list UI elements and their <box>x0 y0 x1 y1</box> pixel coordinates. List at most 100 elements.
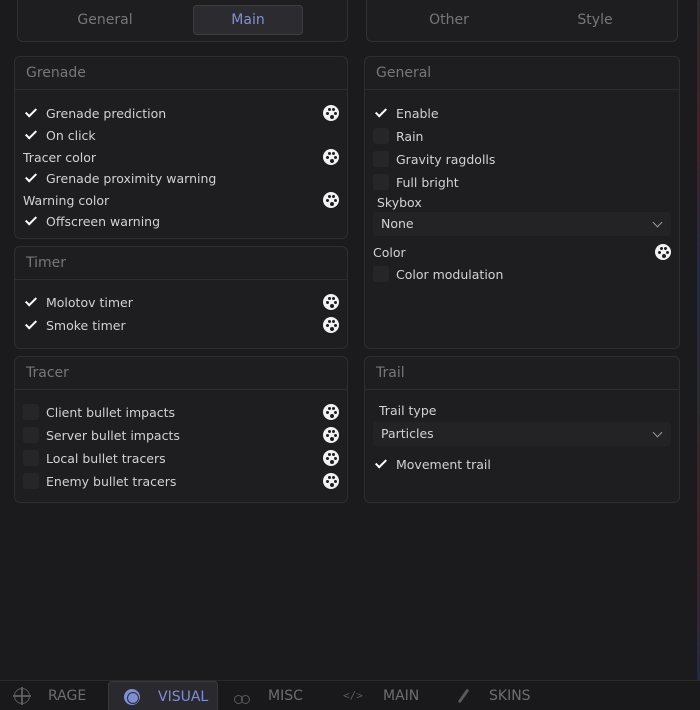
nav-visual-label: VISUAL <box>158 688 209 705</box>
chevron-down-icon <box>652 217 663 228</box>
nav-skins[interactable]: SKINS <box>455 681 531 710</box>
client-impacts-checkbox[interactable] <box>23 404 39 420</box>
movement-trail-checkbox[interactable] <box>373 456 389 472</box>
warning-color-row: Warning color <box>23 189 339 211</box>
palette-icon[interactable] <box>323 192 339 208</box>
crosshair-icon <box>13 687 31 705</box>
timer-title: Timer <box>15 247 347 280</box>
local-tracers-label: Local bullet tracers <box>46 450 166 466</box>
gravity-ragdolls-checkbox[interactable] <box>373 151 389 167</box>
nav-misc-label: MISC <box>268 688 303 704</box>
bike-icon <box>234 688 250 704</box>
trail-title: Trail <box>365 357 679 390</box>
on-click-label: On click <box>46 127 96 143</box>
color-modulation-label: Color modulation <box>396 266 504 282</box>
knife-icon <box>455 688 471 704</box>
palette-icon[interactable] <box>323 450 339 466</box>
tab-style[interactable]: Style <box>553 5 637 35</box>
grenade-prediction-label: Grenade prediction <box>46 105 167 121</box>
molotov-timer-label: Molotov timer <box>46 294 133 310</box>
movement-trail-row: Movement trail <box>373 453 671 475</box>
palette-icon[interactable] <box>655 244 671 260</box>
smoke-timer-checkbox[interactable] <box>23 317 39 333</box>
local-tracers-row: Local bullet tracers <box>23 447 339 469</box>
on-click-row: On click <box>23 124 339 146</box>
timer-panel: Timer Molotov timer Smoke timer <box>14 246 348 349</box>
rain-label: Rain <box>396 128 424 144</box>
molotov-timer-row: Molotov timer <box>23 291 339 313</box>
tab-main[interactable]: Main <box>193 5 303 35</box>
tracer-panel: Tracer Client bullet impacts Server bull… <box>14 356 348 503</box>
bottom-nav: RAGE VISUAL MISC </> MAIN SKINS <box>0 680 700 710</box>
server-impacts-label: Server bullet impacts <box>46 427 180 443</box>
full-bright-checkbox[interactable] <box>373 174 389 190</box>
color-label: Color <box>373 244 406 260</box>
general-panel: General Enable Rain Gravity ragdolls Ful… <box>364 56 680 349</box>
palette-icon[interactable] <box>323 149 339 165</box>
on-click-checkbox[interactable] <box>23 127 39 143</box>
palette-icon[interactable] <box>323 404 339 420</box>
gravity-ragdolls-label: Gravity ragdolls <box>396 151 496 167</box>
rain-row: Rain <box>373 125 671 147</box>
chevron-down-icon <box>652 427 663 438</box>
visual-ball-icon <box>124 688 140 705</box>
molotov-timer-checkbox[interactable] <box>23 294 39 310</box>
grenade-title: Grenade <box>15 57 347 90</box>
tracer-title: Tracer <box>15 357 347 390</box>
tab-other[interactable]: Other <box>407 5 491 35</box>
client-impacts-row: Client bullet impacts <box>23 401 339 423</box>
warning-color-label: Warning color <box>23 192 110 208</box>
enemy-tracers-checkbox[interactable] <box>23 473 39 489</box>
skybox-value: None <box>381 216 414 231</box>
server-impacts-checkbox[interactable] <box>23 427 39 443</box>
proximity-warning-checkbox[interactable] <box>23 170 39 186</box>
color-modulation-checkbox[interactable] <box>373 266 389 282</box>
trail-type-label: Trail type <box>379 403 437 418</box>
nav-visual[interactable]: VISUAL <box>108 681 218 710</box>
top-tabs-right: Other Style <box>366 0 678 42</box>
nav-rage[interactable]: RAGE <box>13 681 96 710</box>
tracer-color-row: Tracer color <box>23 146 339 168</box>
nav-rage-label: RAGE <box>48 688 87 704</box>
enemy-tracers-row: Enemy bullet tracers <box>23 470 339 492</box>
offscreen-warning-row: Offscreen warning <box>23 210 339 232</box>
movement-trail-label: Movement trail <box>396 456 491 472</box>
grenade-prediction-checkbox[interactable] <box>23 105 39 121</box>
skybox-select[interactable]: None <box>373 212 671 236</box>
color-row: Color <box>373 241 671 263</box>
enable-label: Enable <box>396 105 439 121</box>
smoke-timer-row: Smoke timer <box>23 314 339 336</box>
proximity-warning-label: Grenade proximity warning <box>46 170 217 186</box>
top-tabs-left: General Main <box>17 0 348 42</box>
nav-main[interactable]: </> MAIN <box>343 681 419 710</box>
gravity-ragdolls-row: Gravity ragdolls <box>373 148 671 170</box>
color-modulation-row: Color modulation <box>373 263 671 285</box>
rain-checkbox[interactable] <box>373 128 389 144</box>
skybox-label: Skybox <box>377 195 422 210</box>
palette-icon[interactable] <box>323 105 339 121</box>
palette-icon[interactable] <box>323 473 339 489</box>
tracer-color-label: Tracer color <box>23 149 97 165</box>
enable-checkbox[interactable] <box>373 105 389 121</box>
offscreen-warning-label: Offscreen warning <box>46 213 161 229</box>
general-title: General <box>365 57 679 90</box>
palette-icon[interactable] <box>323 294 339 310</box>
enable-row: Enable <box>373 102 671 124</box>
local-tracers-checkbox[interactable] <box>23 450 39 466</box>
trail-type-value: Particles <box>381 426 434 441</box>
palette-icon[interactable] <box>323 427 339 443</box>
full-bright-label: Full bright <box>396 174 459 190</box>
code-icon: </> <box>343 689 363 702</box>
trail-type-select[interactable]: Particles <box>373 422 671 446</box>
server-impacts-row: Server bullet impacts <box>23 424 339 446</box>
offscreen-warning-checkbox[interactable] <box>23 213 39 229</box>
tab-general[interactable]: General <box>58 5 152 35</box>
enemy-tracers-label: Enemy bullet tracers <box>46 473 177 489</box>
nav-main-label: MAIN <box>383 688 420 704</box>
proximity-warning-row: Grenade proximity warning <box>23 167 339 189</box>
grenade-panel: Grenade Grenade prediction On click Trac… <box>14 56 348 239</box>
trail-panel: Trail Trail type Particles Movement trai… <box>364 356 680 503</box>
palette-icon[interactable] <box>323 317 339 333</box>
nav-misc[interactable]: MISC <box>234 681 303 710</box>
nav-skins-label: SKINS <box>489 688 531 704</box>
